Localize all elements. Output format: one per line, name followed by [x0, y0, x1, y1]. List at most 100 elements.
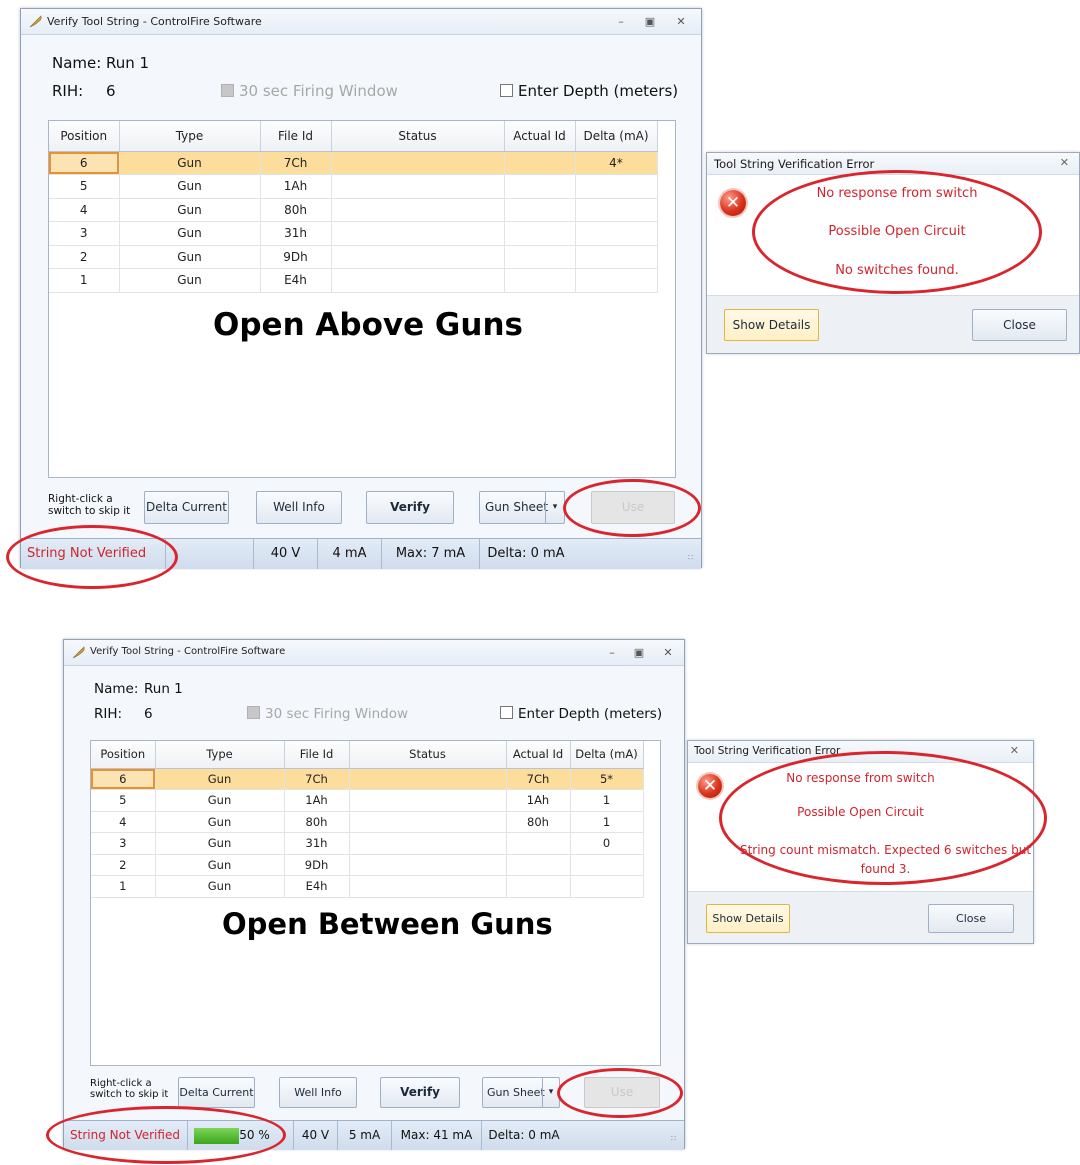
show-details-button[interactable]: Show Details — [706, 904, 790, 933]
cell-pos: 3 — [91, 832, 156, 855]
table-row[interactable]: 5 Gun 1Ah — [49, 174, 658, 199]
table-row[interactable]: 2 Gun 9Dh — [91, 854, 644, 876]
cell-file-id: 7Ch — [284, 768, 350, 790]
close-icon[interactable]: ✕ — [660, 646, 676, 659]
dialog-close-button[interactable]: Close — [928, 904, 1014, 933]
cell-delta — [575, 174, 658, 199]
use-button[interactable]: Use — [584, 1077, 660, 1108]
cell-type: Gun — [119, 221, 261, 246]
dialog-footer: Show Details Close — [707, 295, 1079, 353]
use-button[interactable]: Use — [591, 491, 675, 524]
skip-hint: Right-click a switch to skip it — [90, 1078, 169, 1100]
cell-delta: 5* — [570, 768, 644, 790]
cell-delta: 1 — [570, 789, 644, 812]
title-bar: Verify Tool String - ControlFire Softwar… — [21, 9, 701, 35]
dialog-close-button[interactable]: Close — [972, 309, 1067, 341]
column-header[interactable]: Type — [119, 121, 261, 152]
table-row[interactable]: 5 Gun 1Ah 1Ah 1 — [91, 789, 644, 812]
resize-grip-icon[interactable]: ∷ — [671, 1135, 681, 1147]
cell-actual — [504, 151, 576, 175]
table-row[interactable]: 2 Gun 9Dh — [49, 245, 658, 269]
cell-actual: 80h — [506, 811, 571, 833]
cell-delta — [575, 245, 658, 269]
firing-window-checkbox: 30 sec Firing Window — [247, 706, 408, 722]
column-header[interactable]: Position — [91, 741, 156, 769]
cell-pos: 5 — [91, 789, 156, 812]
column-header[interactable]: File Id — [260, 121, 332, 152]
column-header[interactable]: Actual Id — [506, 741, 571, 769]
minimize-icon[interactable]: – — [604, 646, 620, 659]
table-row[interactable]: 3 Gun 31h — [49, 221, 658, 246]
enter-depth-checkbox[interactable]: Enter Depth (meters) — [500, 82, 678, 100]
table-row[interactable]: 3 Gun 31h 0 — [91, 832, 644, 855]
column-header[interactable]: File Id — [284, 741, 350, 769]
table-row[interactable]: 4 Gun 80h 80h 1 — [91, 811, 644, 833]
status-bar: String Not Verified 50 % 40 V 5 mA Max: … — [64, 1120, 684, 1150]
cell-status — [331, 245, 505, 269]
voltage-readout: 40 V — [294, 1121, 338, 1150]
name-value: Run 1 — [144, 681, 183, 697]
progress-panel — [166, 539, 254, 569]
maximize-icon[interactable]: ▣ — [631, 646, 647, 659]
title-bar: Verify Tool String - ControlFire Softwar… — [64, 640, 684, 666]
cell-pos: 3 — [49, 221, 120, 246]
table-row[interactable]: 6 Gun 7Ch 7Ch 5* — [91, 768, 644, 790]
column-header[interactable]: Position — [49, 121, 120, 152]
verification-error-dialog-bottom: Tool String Verification Error ✕ ✕ No re… — [687, 740, 1034, 944]
column-header[interactable]: Actual Id — [504, 121, 576, 152]
cell-delta: 0 — [570, 832, 644, 855]
column-header[interactable]: Type — [155, 741, 285, 769]
gun-sheet-button[interactable]: Gun Sheet ▾ — [482, 1077, 560, 1108]
enter-depth-checkbox[interactable]: Enter Depth (meters) — [500, 706, 662, 722]
show-details-button[interactable]: Show Details — [724, 309, 819, 341]
maximize-icon[interactable]: ▣ — [642, 15, 658, 28]
verify-button[interactable]: Verify — [366, 491, 454, 524]
feather-icon — [29, 15, 42, 28]
gun-sheet-button[interactable]: Gun Sheet ▾ — [479, 491, 565, 524]
table-row[interactable]: 4 Gun 80h — [49, 198, 658, 222]
dialog-close-icon[interactable]: ✕ — [1010, 744, 1019, 757]
delta-current-button[interactable]: Delta Current — [144, 491, 229, 524]
table-row[interactable]: 1 Gun E4h — [91, 875, 644, 898]
error-line-2: Possible Open Circuit — [828, 224, 966, 239]
cell-actual — [506, 832, 571, 855]
table-row[interactable]: 6 Gun 7Ch 4* — [49, 151, 658, 175]
cell-pos: 6 — [91, 768, 156, 790]
dialog-close-icon[interactable]: ✕ — [1060, 156, 1069, 169]
dialog-footer: Show Details Close — [688, 891, 1033, 943]
well-info-button[interactable]: Well Info — [279, 1077, 357, 1108]
verify-button[interactable]: Verify — [380, 1077, 460, 1108]
cell-delta — [575, 198, 658, 222]
cell-file-id: 9Dh — [284, 854, 350, 876]
cell-actual — [504, 174, 576, 199]
dropdown-arrow-icon[interactable]: ▾ — [545, 492, 564, 523]
cell-status — [349, 875, 507, 898]
minimize-icon[interactable]: – — [613, 15, 629, 28]
resize-grip-icon[interactable]: ∷ — [688, 554, 698, 566]
close-icon[interactable]: ✕ — [673, 15, 689, 28]
table-row[interactable]: 1 Gun E4h — [49, 268, 658, 293]
overlay-caption: Open Above Guns — [213, 307, 523, 343]
well-info-button[interactable]: Well Info — [256, 491, 342, 524]
rih-label: RIH: — [52, 82, 84, 100]
cell-file-id: 31h — [284, 832, 350, 855]
cell-actual — [504, 198, 576, 222]
cell-file-id: 1Ah — [284, 789, 350, 812]
error-line-2: Possible Open Circuit — [797, 805, 924, 819]
dropdown-arrow-icon[interactable]: ▾ — [542, 1078, 559, 1107]
progress-panel: 50 % — [188, 1121, 294, 1150]
rih-value: 6 — [144, 706, 153, 722]
column-header[interactable]: Status — [331, 121, 505, 152]
column-header[interactable]: Delta (mA) — [570, 741, 644, 769]
window-title: Verify Tool String - ControlFire Softwar… — [47, 15, 262, 28]
column-header[interactable]: Status — [349, 741, 507, 769]
cell-delta — [570, 854, 644, 876]
verification-state: String Not Verified — [64, 1121, 188, 1150]
delta-current-button[interactable]: Delta Current — [178, 1077, 255, 1108]
column-header[interactable]: Delta (mA) — [575, 121, 658, 152]
progress-text: 50 % — [239, 1128, 270, 1142]
cell-status — [331, 198, 505, 222]
cell-actual — [504, 268, 576, 293]
max-current-readout: Max: 41 mA — [392, 1121, 482, 1150]
cell-status — [349, 811, 507, 833]
